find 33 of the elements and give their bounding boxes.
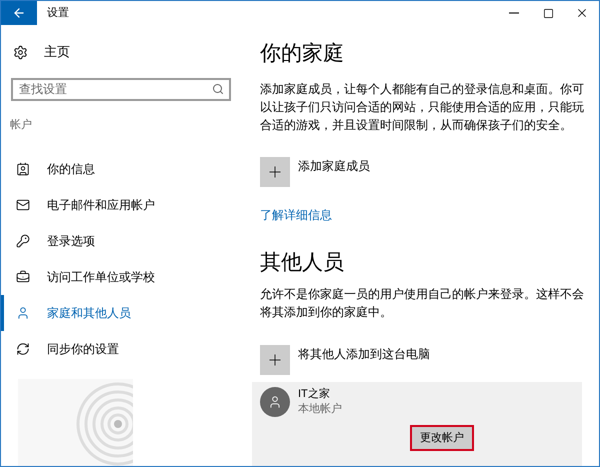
section-heading: 帐户 — [9, 118, 33, 133]
window-title: 设置 — [47, 6, 69, 21]
description-text: 添加家庭成员，让每个人都能有自己的登录信息和桌面。你可以让孩子们只访问合适的网站，只能使用合适的应用，只能玩合适的游戏，并且设置时间限制，从而确保孩子们的安全。 — [260, 81, 585, 134]
home-item[interactable]: 主页 — [1, 41, 241, 63]
change-account-button[interactable]: 更改帐户 — [410, 425, 474, 451]
account-type: 本地帐户 — [298, 402, 342, 417]
nav-item[interactable]: 你的信息 — [1, 150, 241, 186]
add-family-member-button[interactable]: 添加家庭成员 — [260, 157, 585, 187]
add-other-person-button[interactable]: 将其他人添加到这台电脑 — [260, 345, 585, 375]
nav-item[interactable]: 登录选项 — [1, 222, 241, 258]
nav-item[interactable]: 同步你的设置 — [1, 330, 241, 366]
minimize-icon — [509, 12, 519, 14]
person-icon — [16, 306, 30, 320]
account-name: IT之家 — [298, 387, 331, 402]
contact-icon — [16, 162, 30, 176]
briefcase-icon — [16, 270, 30, 284]
mail-icon — [16, 198, 30, 212]
settings-icon — [13, 44, 28, 60]
back-button[interactable] — [1, 1, 37, 25]
close-icon — [575, 6, 589, 20]
section-title: 你的家庭 — [260, 41, 345, 67]
nav-item[interactable]: 电子邮件和应用帐户 — [1, 186, 241, 222]
nav-item[interactable]: 家庭和其他人员 — [1, 294, 241, 330]
search-field[interactable]: 查找设置 — [11, 78, 231, 100]
maximize-icon — [542, 8, 554, 18]
section-title: 其他人员 — [260, 250, 345, 276]
nav-item[interactable]: 访问工作单位或学校 — [1, 258, 241, 294]
sync-icon — [16, 342, 30, 356]
person-icon — [268, 395, 282, 409]
description-text: 允许不是你家庭一员的用户使用自己的帐户来登录。这样不会将其添加到你的家庭中。 — [260, 286, 585, 321]
key-icon — [16, 234, 30, 248]
learn-more-link[interactable]: 了解详细信息 — [260, 206, 332, 224]
search-icon — [212, 83, 224, 95]
